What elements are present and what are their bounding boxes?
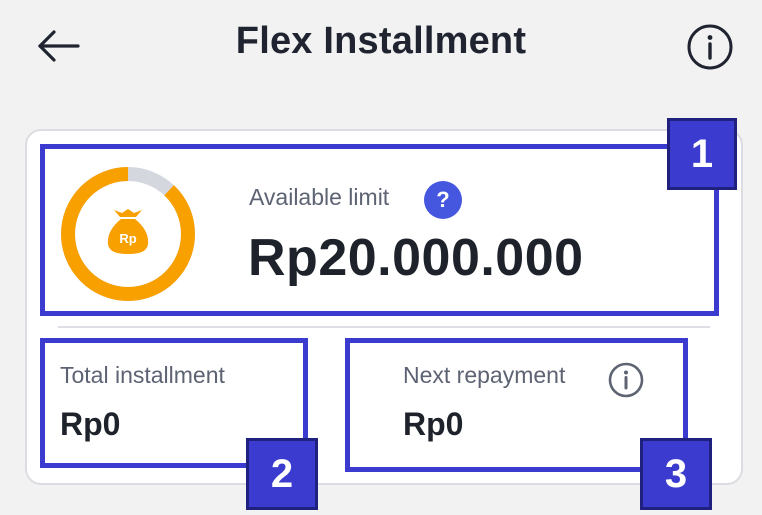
info-circle-icon: [687, 24, 733, 70]
top-bar: Flex Installment: [0, 0, 762, 90]
highlight-box-3: [345, 338, 688, 472]
highlight-box-1: [40, 144, 719, 316]
annotation-badge-1: 1: [667, 118, 737, 190]
annotation-badge-2: 2: [246, 438, 318, 510]
annotation-badge-3: 3: [640, 438, 712, 510]
page-title: Flex Installment: [235, 20, 527, 62]
divider: [58, 326, 710, 328]
info-button[interactable]: [686, 23, 734, 71]
